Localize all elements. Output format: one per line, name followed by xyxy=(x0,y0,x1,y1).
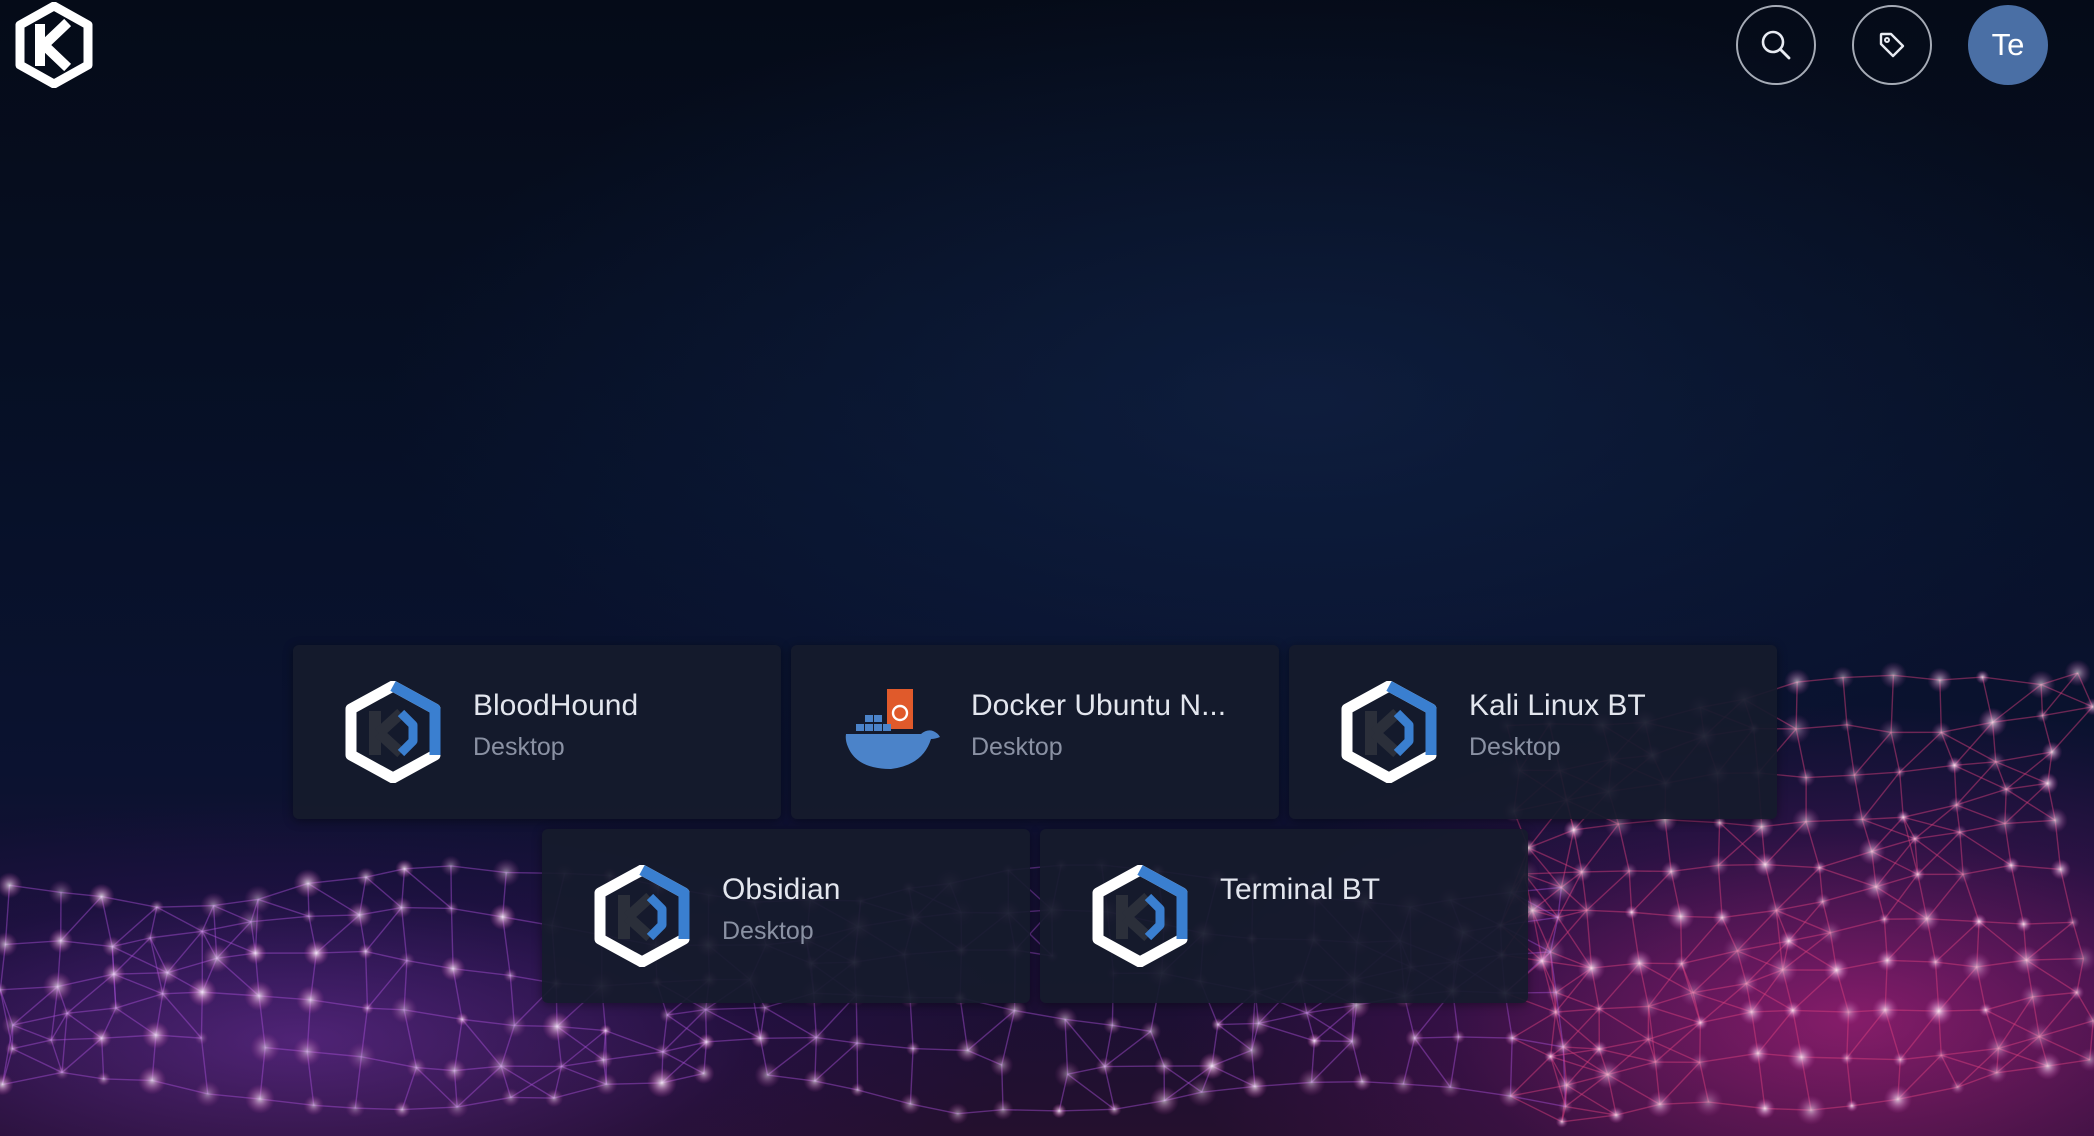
kasm-hex-icon xyxy=(594,865,690,967)
workspace-card-docker-ubuntu[interactable]: Docker Ubuntu N... Desktop xyxy=(791,645,1279,819)
user-avatar[interactable]: Te xyxy=(1968,5,2048,85)
workspace-title: Kali Linux BT xyxy=(1469,689,1646,722)
workspace-subtitle: Desktop xyxy=(722,917,814,945)
workspace-title: Terminal BT xyxy=(1220,873,1381,906)
search-button[interactable] xyxy=(1736,5,1816,85)
tag-icon xyxy=(1879,32,1905,58)
workspace-title: BloodHound xyxy=(473,689,639,722)
workspace-title: Docker Ubuntu N... xyxy=(971,689,1227,722)
kasm-hex-icon xyxy=(1092,865,1188,967)
docker-ubuntu-icon xyxy=(845,689,940,769)
workspace-card-bloodhound[interactable]: BloodHound Desktop xyxy=(293,645,781,819)
tag-filter-button[interactable] xyxy=(1852,5,1932,85)
kasm-hex-icon xyxy=(345,681,441,783)
workspace-subtitle: Desktop xyxy=(473,733,565,761)
workspace-launcher: Te BloodHound Desktop Docker Ubuntu N...… xyxy=(0,0,2094,1136)
workspace-card-terminal-bt[interactable]: Terminal BT xyxy=(1040,829,1528,1003)
workspace-subtitle: Desktop xyxy=(1469,733,1561,761)
search-icon xyxy=(1761,30,1791,60)
workspace-card-kali-linux-bt[interactable]: Kali Linux BT Desktop xyxy=(1289,645,1777,819)
workspace-subtitle: Desktop xyxy=(971,733,1063,761)
workspace-title: Obsidian xyxy=(722,873,841,906)
workspace-card-obsidian[interactable]: Obsidian Desktop xyxy=(542,829,1030,1003)
kasm-hex-icon xyxy=(1341,681,1437,783)
kasm-logo-icon[interactable] xyxy=(14,2,94,88)
